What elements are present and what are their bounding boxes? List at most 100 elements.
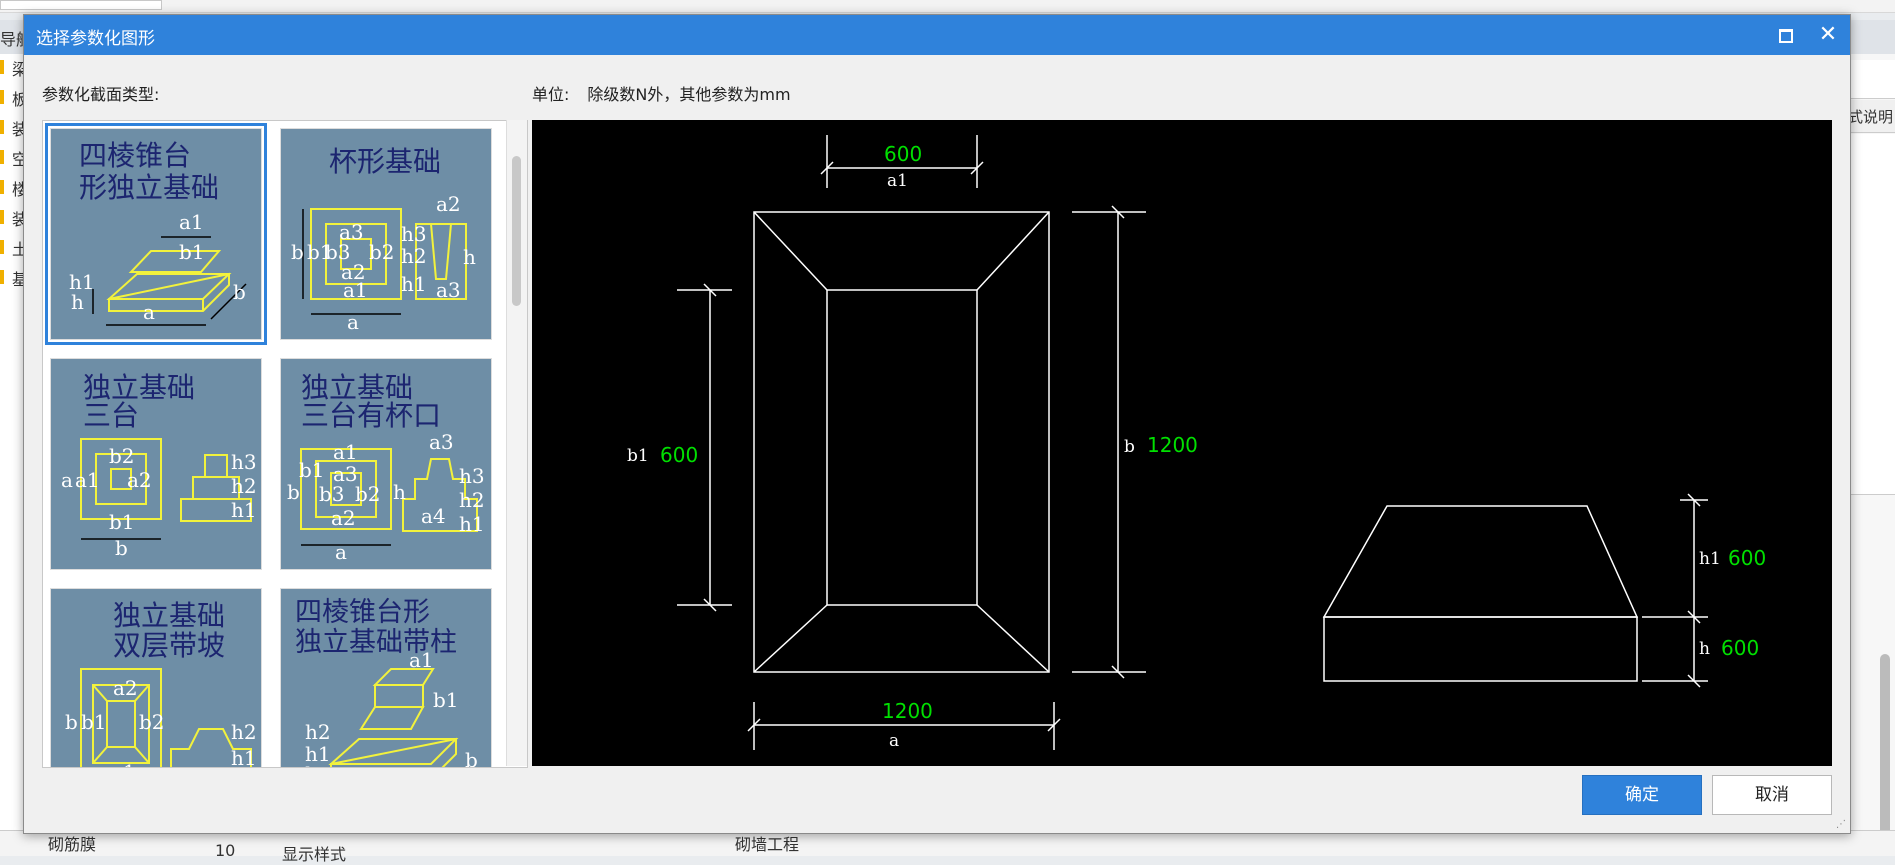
dimension-a1-label: a1 xyxy=(887,171,908,191)
param-label: a xyxy=(335,540,347,564)
dialog-titlebar[interactable]: 选择参数化图形 ✕ xyxy=(24,15,1850,55)
thumbnail-scrollbar[interactable] xyxy=(506,120,527,766)
param-label: h2 xyxy=(459,488,485,512)
param-label: b3 xyxy=(319,482,345,506)
thumbnail-title: 三台 xyxy=(83,399,139,432)
select-parametric-shape-dialog: 选择参数化图形 ✕ 参数化截面类型: 单位: 除级数N外，其他参数为mm 四棱锥台… xyxy=(23,14,1851,834)
param-label: a2 xyxy=(436,192,461,216)
close-button[interactable]: ✕ xyxy=(1814,21,1842,49)
param-label: h1 xyxy=(231,498,257,522)
param-label: b2 xyxy=(355,482,381,506)
param-label: a2 xyxy=(331,506,356,530)
dialog-title: 选择参数化图形 xyxy=(36,29,155,49)
param-label: a1 xyxy=(333,440,358,464)
background-bottom-item[interactable]: 显示样式 xyxy=(282,841,346,865)
shape-thumbnail-three-tier-footing[interactable]: 独立基础 三台 b2 a a1 a2 b1 b h3 h2 h1 xyxy=(50,358,262,570)
param-label: b2 xyxy=(369,240,395,264)
param-label: b xyxy=(291,240,304,264)
dimension-b-label: b xyxy=(1124,437,1135,457)
thumbnail-title: 四棱锥台形 xyxy=(295,597,430,628)
param-label: b2 xyxy=(139,710,165,734)
param-label: h xyxy=(393,480,406,504)
param-label: a1 xyxy=(111,760,136,768)
param-label: h2 xyxy=(231,474,257,498)
param-label: h3 xyxy=(231,450,257,474)
background-bottom-item[interactable]: 砌筋膜 xyxy=(48,831,96,855)
dimension-h-label: h xyxy=(1699,639,1710,659)
thumbnail-title: 四棱锥台 xyxy=(79,139,191,172)
dimension-h-value: 600 xyxy=(1721,636,1759,660)
shape-thumbnail-double-layer-slope-footing[interactable]: 独立基础 双层带坡 a2 b b1 b2 a1 h2 h1 xyxy=(50,588,262,768)
param-label: h2 xyxy=(231,720,257,744)
background-row-number: 10 xyxy=(215,841,236,860)
shape-thumbnail-cup-footing[interactable]: 杯形基础 a2 b b1 a3 b3 b2 a2 a1 a h3 h2 h1 a… xyxy=(280,128,492,340)
param-label: a1 xyxy=(343,278,368,302)
thumbnail-title: 杯形基础 xyxy=(329,145,441,178)
background-right-panel: 式说明 xyxy=(1845,54,1895,855)
background-top-bar xyxy=(0,0,1895,13)
thumbnail-title: 三台有杯口 xyxy=(301,399,441,432)
param-label: a2 xyxy=(127,468,152,492)
background-right-column-header: 式说明 xyxy=(1848,108,1894,126)
resize-grip-icon[interactable]: ⋰ xyxy=(1836,819,1846,830)
unit-label-row: 单位: 除级数N外，其他参数为mm xyxy=(532,81,791,105)
param-label: h1 xyxy=(231,746,257,768)
background-scrollbar[interactable] xyxy=(1880,654,1890,844)
dimension-a-value: 1200 xyxy=(882,699,933,723)
background-top-control xyxy=(0,0,162,10)
param-label: b1 xyxy=(299,458,325,482)
shape-thumbnail-pyramid-frustum-footing[interactable]: 四棱锥台 形独立基础 a1 b1 h1 h a b xyxy=(45,123,267,345)
dimension-a1-value: 600 xyxy=(884,142,922,166)
param-label: a xyxy=(143,300,155,324)
shape-thumbnail-three-tier-cup-footing[interactable]: 独立基础 三台有杯口 a1 a3 b1 a3 b b3 b2 a2 a h a4… xyxy=(280,358,492,570)
dimension-b-value: 1200 xyxy=(1147,433,1198,457)
param-label: a3 xyxy=(429,430,454,454)
param-label: b2 xyxy=(109,444,135,468)
param-label: a2 xyxy=(113,676,138,700)
shape-thumbnail-list[interactable]: 四棱锥台 形独立基础 a1 b1 h1 h a b 杯形基础 a2 b b1 a… xyxy=(42,120,528,768)
maximize-button[interactable] xyxy=(1772,21,1800,49)
unit-value: 除级数N外，其他参数为mm xyxy=(587,85,791,104)
param-label: a xyxy=(61,468,73,492)
shape-preview-canvas: 600 a1 b1 600 b 1200 1200 a h1 600 h 600 xyxy=(532,120,1832,766)
param-label: b1 xyxy=(179,240,205,264)
background-bottom-item[interactable]: 砌墙工程 xyxy=(735,831,799,855)
confirm-button[interactable]: 确定 xyxy=(1582,775,1702,815)
param-label: b xyxy=(465,748,478,768)
dimension-h1-value: 600 xyxy=(1728,546,1766,570)
param-label: h2 xyxy=(305,720,331,744)
param-label: a xyxy=(347,310,359,334)
param-label: b1 xyxy=(81,710,107,734)
param-label: b xyxy=(115,536,128,560)
param-label: a4 xyxy=(421,504,446,528)
param-label: b xyxy=(65,710,78,734)
param-label: b xyxy=(233,280,246,304)
param-label: b1 xyxy=(433,688,459,712)
param-label: h xyxy=(463,245,476,269)
dimension-a-label: a xyxy=(889,731,899,751)
param-label: b1 xyxy=(109,510,135,534)
thumbnail-title: 双层带坡 xyxy=(113,629,225,662)
scrollbar-thumb[interactable] xyxy=(512,156,521,306)
param-label: h2 xyxy=(401,244,427,268)
param-label: h3 xyxy=(459,464,485,488)
param-label: h xyxy=(71,290,84,314)
param-label: a3 xyxy=(436,278,461,302)
param-label: b xyxy=(287,480,300,504)
shape-thumbnail-pyramid-frustum-footing-with-column[interactable]: 四棱锥台形 独立基础带柱 a1 b1 h2 h1 h b xyxy=(280,588,492,768)
param-label: h xyxy=(305,762,318,768)
cancel-button[interactable]: 取消 xyxy=(1712,775,1832,815)
section-type-label: 参数化截面类型: xyxy=(42,85,160,104)
dimension-h1-label: h1 xyxy=(1699,549,1721,569)
thumbnail-title: 独立基础 xyxy=(113,599,225,632)
param-label: h1 xyxy=(401,272,427,296)
thumbnail-title: 形独立基础 xyxy=(79,171,219,204)
dimension-b1-value: 600 xyxy=(660,443,698,467)
param-label: a1 xyxy=(75,468,100,492)
close-icon: ✕ xyxy=(1818,22,1838,47)
maximize-icon xyxy=(1779,28,1793,43)
param-label: a1 xyxy=(179,210,204,234)
dimension-b1-label: b1 xyxy=(627,446,649,466)
param-label: h1 xyxy=(459,512,485,536)
unit-label: 单位: xyxy=(532,85,570,104)
